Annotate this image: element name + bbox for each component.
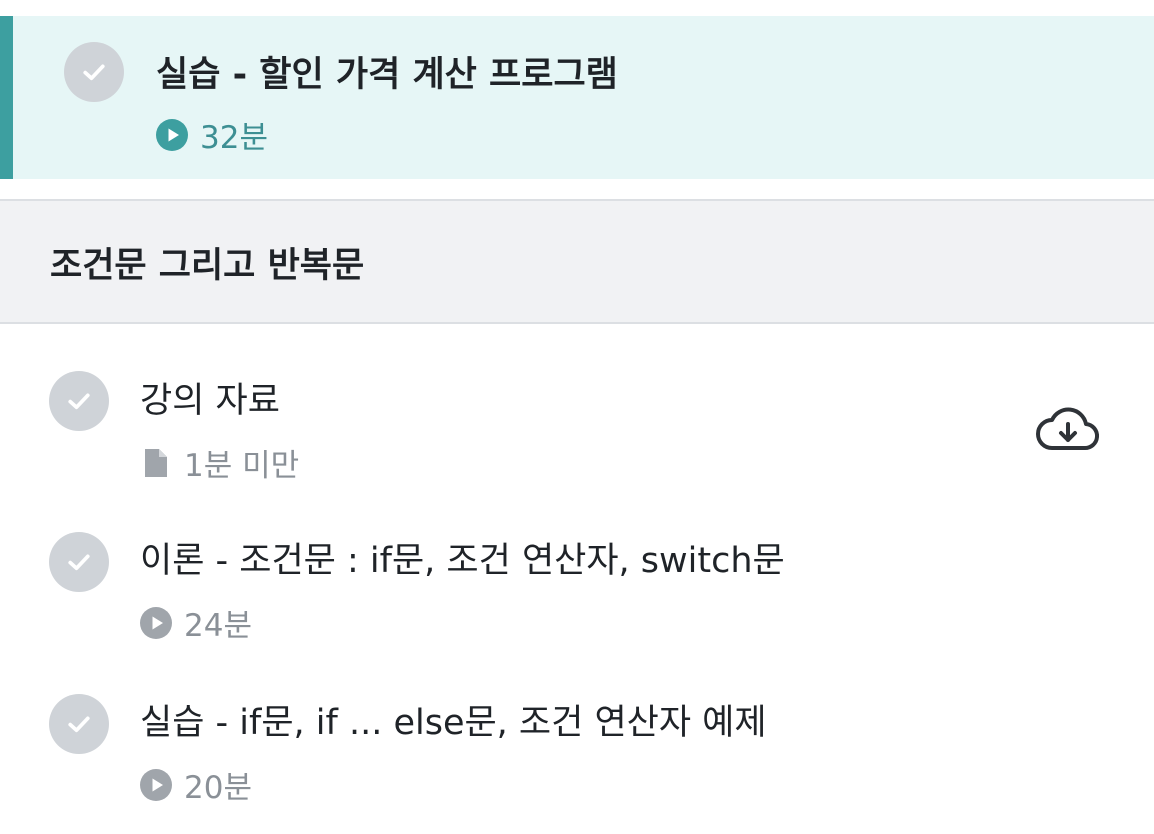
lesson-title: 이론 - 조건문 : if문, 조건 연산자, switch문 [140, 541, 785, 581]
lesson-item[interactable]: 실습 - if문, if ... else문, 조건 연산자 예제 20분 [0, 672, 1154, 834]
section-spacer [0, 179, 1154, 199]
lesson-duration: 32분 [156, 112, 268, 157]
play-circle-icon [140, 768, 172, 801]
lesson-meta: 1분 미만 [140, 440, 299, 485]
lesson-meta: 20분 [140, 762, 252, 807]
lesson-title: 실습 - 할인 가격 계산 프로그램 [156, 55, 618, 95]
completed-check-icon [49, 371, 109, 431]
lesson-title: 강의 자료 [140, 381, 280, 421]
duration-text: 32분 [200, 120, 268, 156]
lesson-title: 실습 - if문, if ... else문, 조건 연산자 예제 [140, 703, 767, 743]
meta-text: 24분 [184, 608, 252, 644]
active-lesson-item[interactable]: 실습 - 할인 가격 계산 프로그램 32분 [0, 16, 1154, 179]
section-header[interactable]: 조건문 그리고 반복문 [0, 199, 1154, 324]
lesson-item[interactable]: 강의 자료 1분 미만 [0, 348, 1154, 510]
play-circle-icon [140, 606, 172, 639]
meta-text: 20분 [184, 770, 252, 806]
play-circle-icon [156, 118, 188, 151]
meta-text: 1분 미만 [184, 448, 300, 484]
section-title: 조건문 그리고 반복문 [50, 246, 365, 286]
completed-check-icon [49, 694, 109, 754]
document-icon [140, 447, 172, 479]
completed-check-icon [64, 42, 124, 102]
top-spacer [0, 0, 1154, 16]
completed-check-icon [49, 532, 109, 592]
lesson-item[interactable]: 이론 - 조건문 : if문, 조건 연산자, switch문 24분 [0, 510, 1154, 672]
lesson-meta: 24분 [140, 600, 252, 645]
cloud-download-icon[interactable] [1036, 404, 1100, 456]
